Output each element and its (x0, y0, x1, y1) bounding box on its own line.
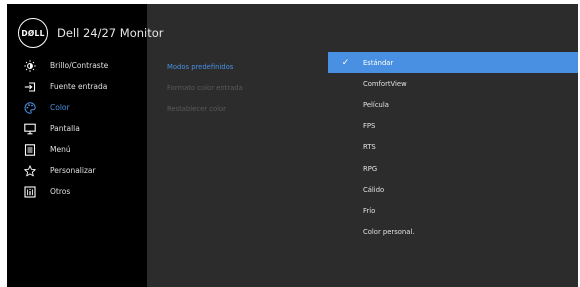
info-icon (21, 185, 39, 198)
sidebar: DØLL Dell 24/27 Monitor Brillo/Contraste… (7, 4, 164, 287)
option-label: Estándar (363, 58, 394, 67)
check-icon: ✓ (341, 57, 350, 68)
option-label: RPG (363, 164, 378, 173)
preset-option-standard[interactable]: ✓ Estándar (328, 52, 578, 74)
sidebar-item-color[interactable]: Color (7, 97, 147, 118)
preset-option-rpg[interactable]: RPG (328, 158, 578, 179)
sidebar-item-label: Fuente entrada (50, 82, 108, 91)
star-icon (21, 164, 39, 177)
preset-option-comfortview[interactable]: ComfortView (328, 73, 578, 94)
submenu-item-reset-color[interactable]: Restablecer color (147, 98, 327, 119)
sidebar-nav: Brillo/Contraste Fuente entrada Color Pa… (7, 55, 147, 202)
input-source-icon (21, 81, 39, 93)
sidebar-item-input-source[interactable]: Fuente entrada (7, 76, 147, 97)
header: DØLL Dell 24/27 Monitor (7, 12, 164, 54)
color-submenu: Modos predefinidos Formato color entrada… (147, 56, 327, 119)
sidebar-item-label: Personalizar (50, 166, 96, 175)
menu-icon (21, 143, 39, 156)
brightness-icon (21, 59, 39, 72)
sidebar-item-label: Otros (50, 187, 71, 196)
sidebar-item-brightness-contrast[interactable]: Brillo/Contraste (7, 55, 147, 76)
option-label: Película (363, 100, 389, 109)
preset-option-rts[interactable]: RTS (328, 137, 578, 158)
option-label: Color personal. (363, 228, 415, 237)
sidebar-item-label: Color (50, 103, 70, 112)
preset-option-movie[interactable]: Película (328, 94, 578, 115)
sidebar-item-menu[interactable]: Menú (7, 139, 147, 160)
submenu-item-preset-modes[interactable]: Modos predefinidos (147, 56, 327, 77)
preset-modes-list: ✓ Estándar ComfortView Película FPS RTS … (328, 52, 578, 243)
sidebar-item-label: Menú (50, 145, 71, 154)
sidebar-item-others[interactable]: Otros (7, 181, 147, 202)
option-label: RTS (363, 143, 376, 152)
preset-option-warm[interactable]: Cálido (328, 179, 578, 200)
option-label: Cálido (363, 185, 385, 194)
preset-option-cool[interactable]: Frío (328, 200, 578, 221)
dell-logo: DØLL (18, 18, 48, 48)
monitor-osd: DØLL Dell 24/27 Monitor Brillo/Contraste… (7, 4, 578, 287)
preset-option-custom-color[interactable]: Color personal. (328, 222, 578, 243)
monitor-title: Dell 24/27 Monitor (57, 26, 164, 40)
sidebar-item-display[interactable]: Pantalla (7, 118, 147, 139)
sidebar-item-personalize[interactable]: Personalizar (7, 160, 147, 181)
preset-option-fps[interactable]: FPS (328, 116, 578, 137)
submenu-item-input-color-format[interactable]: Formato color entrada (147, 77, 327, 98)
palette-icon (21, 101, 39, 114)
sidebar-item-label: Pantalla (50, 124, 80, 133)
option-label: FPS (363, 122, 376, 131)
option-label: ComfortView (363, 79, 407, 88)
monitor-icon (21, 123, 39, 135)
sidebar-item-label: Brillo/Contraste (50, 61, 109, 70)
option-label: Frío (363, 206, 376, 215)
